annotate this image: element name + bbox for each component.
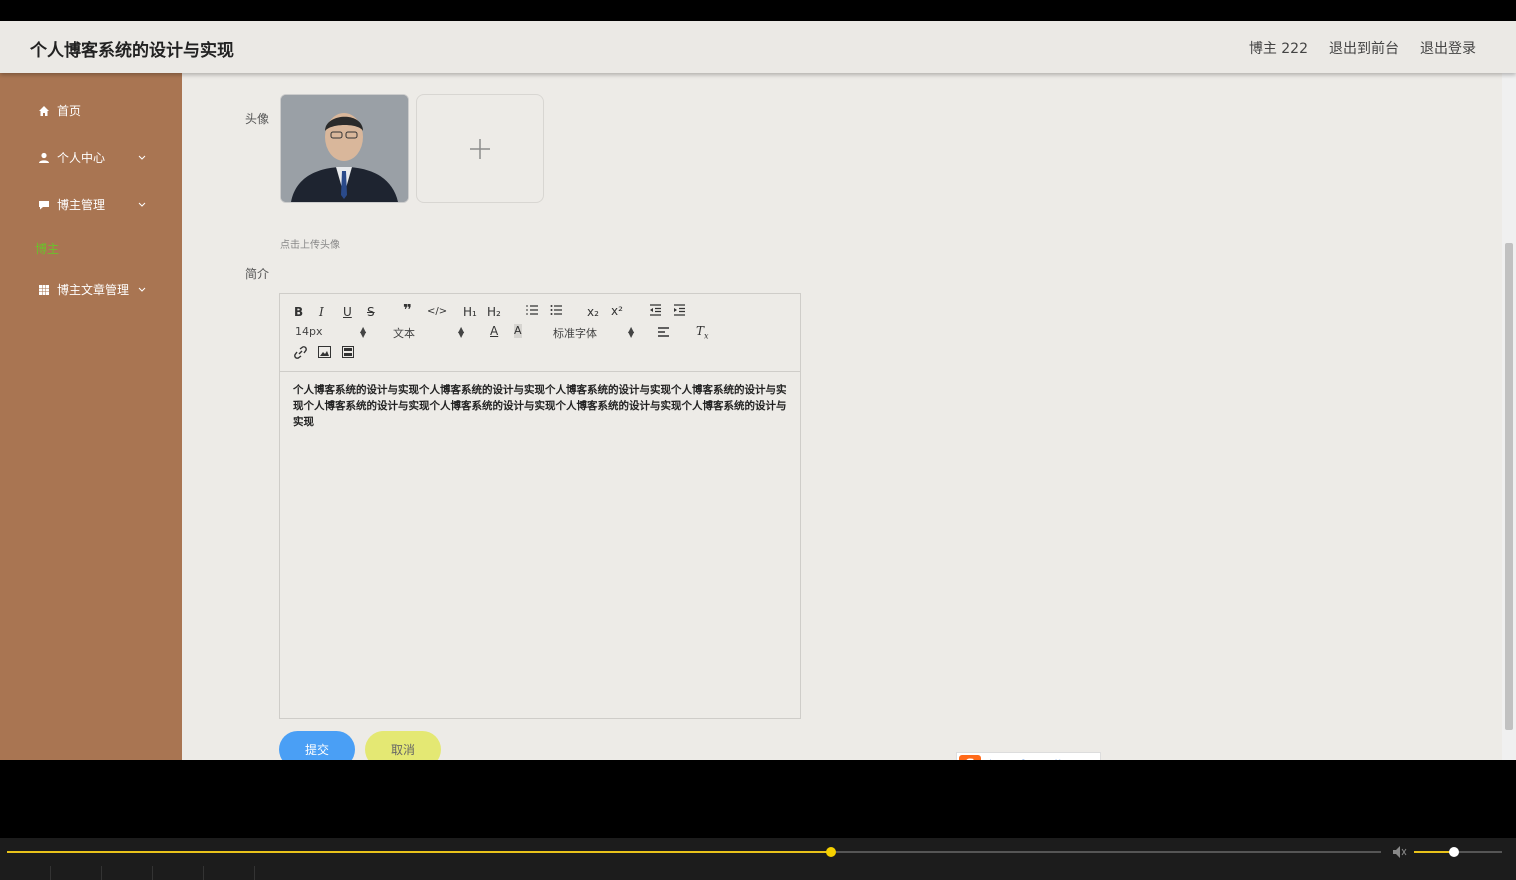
bullet-list-button[interactable] xyxy=(550,304,563,319)
chat-icon xyxy=(39,200,49,209)
back-to-front-link[interactable]: 退出到前台 xyxy=(1329,38,1399,58)
align-button[interactable] xyxy=(657,326,670,341)
paragraph-select[interactable]: 文本 ▲ ▼ xyxy=(393,325,465,341)
image-button[interactable] xyxy=(318,346,331,361)
seek-bar[interactable] xyxy=(7,847,1381,857)
skin-icon[interactable]: 👕︎ xyxy=(1051,759,1065,761)
font-family-value: 标准字体 xyxy=(553,327,597,340)
volume-icon[interactable] xyxy=(1392,845,1408,859)
ordered-list-icon xyxy=(526,305,538,315)
seek-bar-fill xyxy=(7,851,832,853)
subscript-button[interactable]: x₂ xyxy=(587,305,599,319)
sidebar-item-label: 博主管理 xyxy=(57,198,106,212)
background-color-button[interactable]: A xyxy=(514,324,522,338)
sidebar-item-label: 首页 xyxy=(57,104,82,118)
user-icon xyxy=(39,152,49,163)
taskbar-cell[interactable] xyxy=(153,866,204,880)
video-player-controls xyxy=(0,838,1516,880)
select-arrows-icon: ▲ ▼ xyxy=(360,325,367,339)
code-button[interactable]: </> xyxy=(427,305,447,319)
font-size-value: 14px xyxy=(295,325,323,338)
taskbar-cell[interactable] xyxy=(51,866,102,880)
app-title: 个人博客系统的设计与实现 xyxy=(30,41,234,61)
sogou-logo-icon: S xyxy=(959,755,981,760)
app-window: 个人博客系统的设计与实现 博主 222 退出到前台 退出登录 首页 个人中心 博… xyxy=(0,21,1516,760)
upload-hint: 点击上传头像 xyxy=(280,240,340,251)
grid-icon xyxy=(39,284,49,295)
home-icon xyxy=(39,105,49,116)
font-color-button[interactable]: A xyxy=(490,324,498,338)
scrollbar-thumb[interactable] xyxy=(1505,243,1513,730)
scrollbar[interactable] xyxy=(1502,73,1516,760)
cancel-button[interactable]: 取消 xyxy=(365,731,441,760)
taskbar-cell[interactable] xyxy=(102,866,153,880)
outdent-button[interactable] xyxy=(649,304,662,319)
font-size-select[interactable]: 14px ▲ ▼ xyxy=(295,325,367,339)
avatar-label: 头像 xyxy=(245,112,270,126)
sidebar: 首页 个人中心 博主管理 博主 博主文章管理 xyxy=(0,73,182,760)
chevron-down-icon xyxy=(138,287,146,292)
avatar-upload-button[interactable] xyxy=(416,94,544,203)
video-button[interactable] xyxy=(342,346,354,361)
paragraph-value: 文本 xyxy=(393,327,415,340)
rich-text-editor: B I U S ❞ </> H₁ H₂ x₂ x² 14px ▲ ▼ 文本 ▲ … xyxy=(279,293,801,719)
keyboard-icon[interactable]: ⌨ xyxy=(1031,759,1047,761)
align-left-icon xyxy=(658,327,669,337)
volume-handle[interactable] xyxy=(1448,847,1459,857)
avatar-image[interactable] xyxy=(280,94,409,203)
top-header: 个人博客系统的设计与实现 博主 222 退出到前台 退出登录 xyxy=(0,21,1516,73)
sidebar-item-home[interactable]: 首页 xyxy=(38,102,81,119)
chevron-down-icon xyxy=(138,202,146,207)
sidebar-item-article-management[interactable]: 博主文章管理 xyxy=(38,281,146,298)
intro-label: 简介 xyxy=(245,267,270,281)
taskbar-cell[interactable] xyxy=(0,866,51,880)
italic-button[interactable]: I xyxy=(319,305,324,319)
seek-handle[interactable] xyxy=(826,847,837,857)
microphone-icon[interactable]: 🎤︎ xyxy=(1013,759,1027,761)
clear-format-button[interactable]: Tx xyxy=(696,324,709,343)
image-icon xyxy=(318,346,331,358)
sidebar-subitem-blogger[interactable]: 博主 xyxy=(35,240,59,257)
blockquote-button[interactable]: ❞ xyxy=(403,303,412,318)
h2-button[interactable]: H₂ xyxy=(487,305,501,319)
superscript-button[interactable]: x² xyxy=(611,304,623,318)
bold-button[interactable]: B xyxy=(294,305,303,319)
punctuation-icon[interactable]: °, xyxy=(1000,759,1009,761)
sidebar-item-personal-center[interactable]: 个人中心 xyxy=(38,149,146,166)
link-button[interactable] xyxy=(294,346,307,362)
chevron-down-icon xyxy=(138,155,146,160)
strike-button[interactable]: S xyxy=(367,305,375,319)
sidebar-item-label: 博主 xyxy=(35,242,60,256)
header-actions: 博主 222 退出到前台 退出登录 xyxy=(1249,38,1476,58)
taskbar xyxy=(0,866,255,880)
logout-link[interactable]: 退出登录 xyxy=(1420,38,1476,58)
editor-content[interactable]: 个人博客系统的设计与实现个人博客系统的设计与实现个人博客系统的设计与实现个人博客… xyxy=(280,372,800,440)
sidebar-item-label: 博主文章管理 xyxy=(57,283,130,297)
submit-button[interactable]: 提交 xyxy=(279,731,355,760)
current-user[interactable]: 博主 222 xyxy=(1249,38,1308,58)
select-arrows-icon: ▲ ▼ xyxy=(458,325,465,339)
indent-icon xyxy=(674,304,685,316)
font-family-select[interactable]: 标准字体 ▲ ▼ xyxy=(553,325,635,341)
volume-slider[interactable] xyxy=(1414,847,1502,857)
plus-icon xyxy=(470,138,490,159)
ime-mode[interactable]: 中 xyxy=(985,757,996,760)
link-icon xyxy=(294,346,307,359)
video-icon xyxy=(342,346,354,358)
ordered-list-button[interactable] xyxy=(526,304,539,319)
ime-toolbar: S 中 °, 🎤︎ ⌨ 👕︎ ▦ xyxy=(956,752,1101,760)
bullet-list-icon xyxy=(550,305,562,315)
select-arrows-icon: ▲ ▼ xyxy=(628,325,635,339)
editor-toolbar: B I U S ❞ </> H₁ H₂ x₂ x² 14px ▲ ▼ 文本 ▲ … xyxy=(280,294,800,372)
outdent-icon xyxy=(650,304,661,316)
sidebar-item-label: 个人中心 xyxy=(57,151,106,165)
indent-button[interactable] xyxy=(673,304,686,319)
sidebar-item-blogger-management[interactable]: 博主管理 xyxy=(38,196,146,213)
underline-button[interactable]: U xyxy=(343,305,352,319)
taskbar-cell[interactable] xyxy=(204,866,255,880)
h1-button[interactable]: H₁ xyxy=(463,305,477,319)
toolbox-icon[interactable]: ▦ xyxy=(1069,759,1079,761)
volume-fill xyxy=(1414,851,1454,853)
